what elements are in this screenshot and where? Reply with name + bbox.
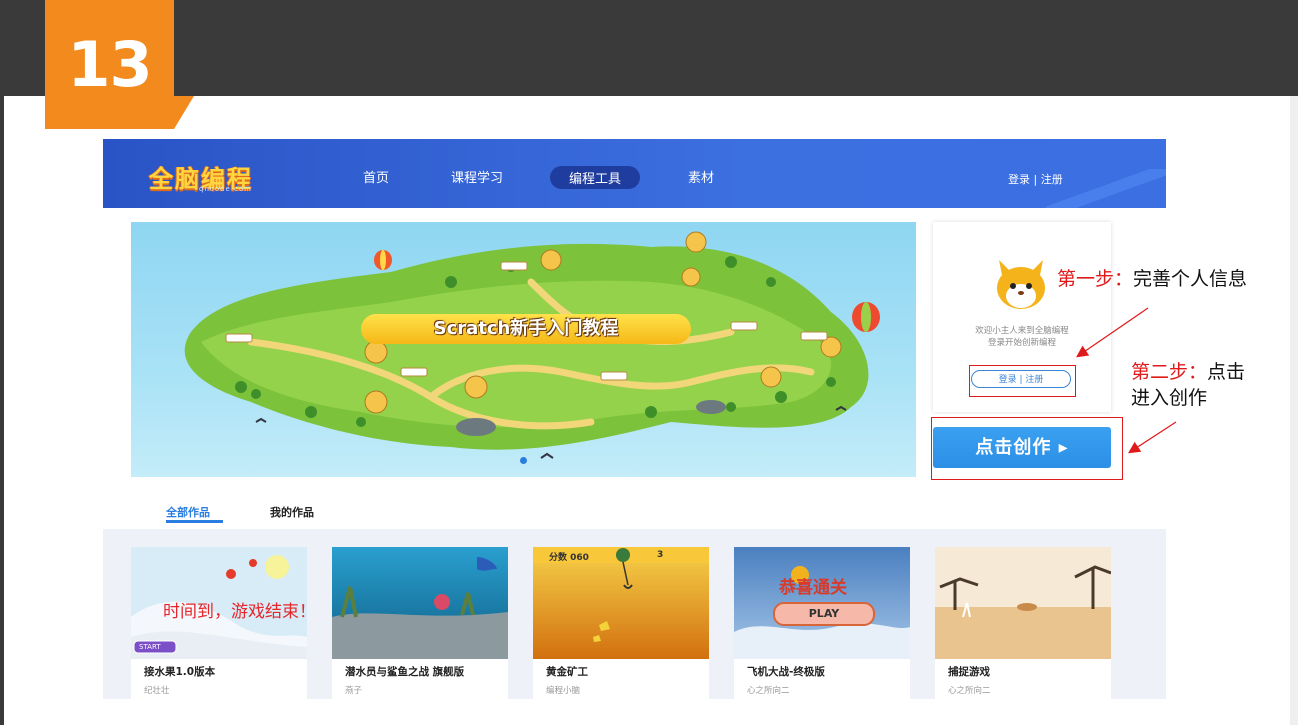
annotation-step-1-label: 第一步：	[1057, 268, 1134, 290]
annotation-arrows	[1076, 307, 1177, 454]
annotation-step-2-text-a: 点击	[1207, 361, 1246, 383]
annotation-step-2: 第二步：点击 进入创作	[1131, 359, 1245, 411]
annotation-step-1: 第一步：完善个人信息	[1057, 266, 1247, 292]
annotation-step-2-text-b: 进入创作	[1131, 387, 1208, 409]
annotation-step-2-label: 第二步：	[1131, 361, 1208, 383]
annotation-step-1-text: 完善个人信息	[1133, 268, 1248, 290]
